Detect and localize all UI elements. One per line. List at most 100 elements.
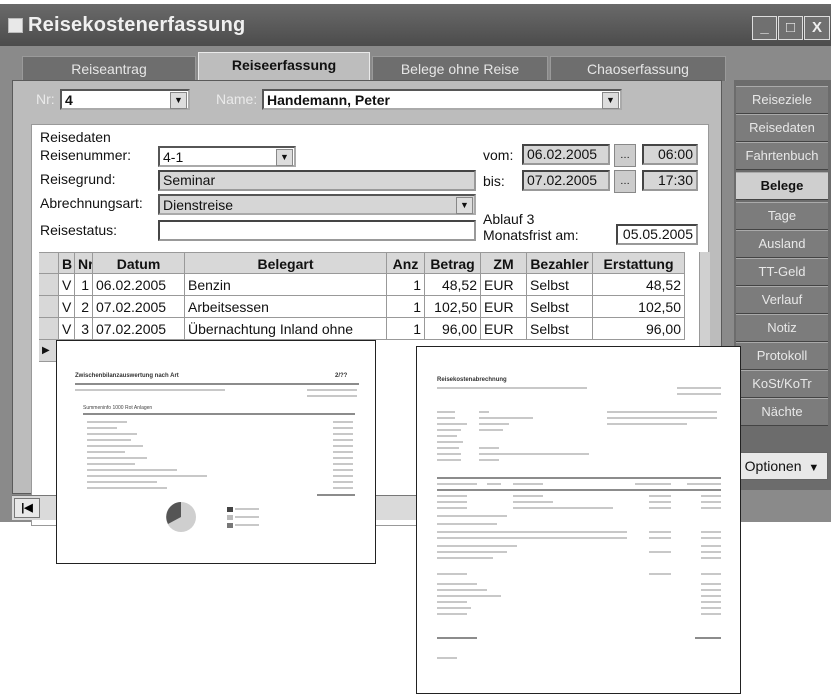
monatsfrist-field[interactable]: 05.05.2005 bbox=[616, 224, 698, 245]
report-2-text-line bbox=[479, 459, 499, 461]
table-cell[interactable]: 3 bbox=[75, 318, 93, 340]
table-cell[interactable]: 102,50 bbox=[425, 296, 481, 318]
row-selector[interactable] bbox=[39, 274, 59, 296]
table-cell[interactable]: EUR bbox=[481, 318, 527, 340]
column-header[interactable]: Belegart bbox=[185, 252, 387, 274]
report-2-text-line bbox=[437, 411, 455, 413]
table-cell[interactable]: EUR bbox=[481, 296, 527, 318]
table-cell[interactable]: 96,00 bbox=[425, 318, 481, 340]
name-value: Handemann, Peter bbox=[267, 92, 390, 108]
table-cell[interactable]: 1 bbox=[75, 274, 93, 296]
table-cell[interactable]: 1 bbox=[387, 296, 425, 318]
table-cell[interactable]: 1 bbox=[387, 274, 425, 296]
column-header[interactable]: Anz bbox=[387, 252, 425, 274]
reisenummer-select[interactable]: 4-1 ▼ bbox=[158, 146, 296, 167]
first-record-icon[interactable]: |◀ bbox=[14, 498, 40, 518]
close-button[interactable]: X bbox=[804, 16, 830, 40]
report-2-text-line bbox=[437, 435, 457, 437]
table-cell[interactable]: 48,52 bbox=[593, 274, 685, 296]
sidebar-item-ausland[interactable]: Ausland bbox=[736, 230, 828, 258]
table-cell[interactable]: 48,52 bbox=[425, 274, 481, 296]
vom-date-field[interactable]: 06.02.2005 bbox=[522, 144, 610, 165]
report-2-text-line bbox=[437, 583, 477, 585]
column-header[interactable]: Erstattung bbox=[593, 252, 685, 274]
nr-select[interactable]: 4 ▼ bbox=[60, 89, 190, 110]
optionen-button[interactable]: Optionen ▼ bbox=[736, 452, 828, 480]
sidebar-item-protokoll[interactable]: Protokoll bbox=[736, 342, 828, 370]
maximize-button[interactable]: □ bbox=[778, 16, 803, 40]
minimize-button[interactable]: _ bbox=[752, 16, 777, 40]
sidebar-item-notiz[interactable]: Notiz bbox=[736, 314, 828, 342]
chevron-down-icon[interactable]: ▼ bbox=[602, 92, 619, 109]
report-1-text-line bbox=[87, 427, 117, 429]
table-cell[interactable]: Selbst bbox=[527, 274, 593, 296]
vom-time-field[interactable]: 06:00 bbox=[642, 144, 698, 165]
report-2-text-line bbox=[701, 613, 721, 615]
tab-belege-ohne-reise[interactable]: Belege ohne Reise bbox=[372, 56, 548, 81]
table-row[interactable]: V 3 07.02.2005 Übernachtung Inland ohne … bbox=[39, 318, 699, 340]
table-cell[interactable]: Benzin bbox=[185, 274, 387, 296]
tab-reiseantrag[interactable]: Reiseantrag bbox=[22, 56, 196, 81]
calendar-icon[interactable]: … bbox=[614, 144, 636, 167]
sidebar-item-belege[interactable]: Belege bbox=[736, 172, 828, 200]
sidebar-item-reiseziele[interactable]: Reiseziele bbox=[736, 86, 828, 114]
column-header[interactable]: B bbox=[59, 252, 75, 274]
sidebar-item-kost-kotr[interactable]: KoSt/KoTr bbox=[736, 370, 828, 398]
report-2-text-line bbox=[437, 613, 467, 615]
legend-swatch bbox=[227, 507, 233, 512]
table-row[interactable]: V 1 06.02.2005 Benzin 1 48,52 EUR Selbst… bbox=[39, 274, 699, 296]
bis-date-field[interactable]: 07.02.2005 bbox=[522, 170, 610, 191]
column-header[interactable]: Nr bbox=[75, 252, 93, 274]
reisestatus-field[interactable] bbox=[158, 220, 476, 241]
table-cell[interactable]: Arbeitsessen bbox=[185, 296, 387, 318]
bis-time-field[interactable]: 17:30 bbox=[642, 170, 698, 191]
row-selector[interactable] bbox=[39, 296, 59, 318]
column-header[interactable]: Betrag bbox=[425, 252, 481, 274]
abrechnungsart-value: Dienstreise bbox=[163, 197, 234, 213]
report-2-text-line bbox=[487, 483, 501, 485]
abrechnungsart-label: Abrechnungsart: bbox=[40, 195, 143, 211]
legend-text-line bbox=[235, 524, 259, 526]
report-1-text-line bbox=[87, 457, 147, 459]
sidebar-item-tage[interactable]: Tage bbox=[736, 202, 828, 230]
table-cell[interactable]: 96,00 bbox=[593, 318, 685, 340]
calendar-icon[interactable]: … bbox=[614, 170, 636, 193]
table-cell[interactable]: 102,50 bbox=[593, 296, 685, 318]
report-2-text-line bbox=[437, 545, 517, 547]
chevron-down-icon[interactable]: ▼ bbox=[170, 92, 187, 109]
table-cell[interactable]: Selbst bbox=[527, 296, 593, 318]
report-2-text-line bbox=[479, 429, 503, 431]
column-header[interactable]: Bezahler bbox=[527, 252, 593, 274]
chevron-down-icon[interactable]: ▼ bbox=[276, 149, 293, 166]
tab-reiseerfassung[interactable]: Reiseerfassung bbox=[198, 52, 370, 83]
table-cell[interactable]: Selbst bbox=[527, 318, 593, 340]
table-cell[interactable]: 07.02.2005 bbox=[93, 318, 185, 340]
table-cell[interactable]: 1 bbox=[387, 318, 425, 340]
table-cell[interactable]: V bbox=[59, 274, 75, 296]
table-cell[interactable]: Übernachtung Inland ohne bbox=[185, 318, 387, 340]
report-2-text-line bbox=[701, 501, 721, 503]
row-selector[interactable] bbox=[39, 318, 59, 340]
sidebar-item-reisedaten[interactable]: Reisedaten bbox=[736, 114, 828, 142]
table-cell[interactable]: V bbox=[59, 318, 75, 340]
abrechnungsart-select[interactable]: Dienstreise ▼ bbox=[158, 194, 476, 215]
sidebar-item-fahrtenbuch[interactable]: Fahrtenbuch bbox=[736, 142, 828, 170]
sidebar-item-tt-geld[interactable]: TT-Geld bbox=[736, 258, 828, 286]
name-select[interactable]: Handemann, Peter ▼ bbox=[262, 89, 622, 110]
table-cell[interactable]: V bbox=[59, 296, 75, 318]
table-cell[interactable]: 06.02.2005 bbox=[93, 274, 185, 296]
sidebar-item-naechte[interactable]: Nächte bbox=[736, 398, 828, 426]
table-cell[interactable]: EUR bbox=[481, 274, 527, 296]
reisegrund-label: Reisegrund: bbox=[40, 171, 116, 187]
tab-chaoserfassung[interactable]: Chaoserfassung bbox=[550, 56, 726, 81]
table-cell[interactable]: 2 bbox=[75, 296, 93, 318]
nr-label: Nr: bbox=[36, 91, 55, 107]
sidebar-item-verlauf[interactable]: Verlauf bbox=[736, 286, 828, 314]
table-cell[interactable]: 07.02.2005 bbox=[93, 296, 185, 318]
column-header[interactable]: ZM bbox=[481, 252, 527, 274]
report-2-text-line bbox=[513, 495, 543, 497]
table-row[interactable]: V 2 07.02.2005 Arbeitsessen 1 102,50 EUR… bbox=[39, 296, 699, 318]
reisegrund-field[interactable]: Seminar bbox=[158, 170, 476, 191]
chevron-down-icon[interactable]: ▼ bbox=[456, 197, 473, 214]
column-header[interactable]: Datum bbox=[93, 252, 185, 274]
